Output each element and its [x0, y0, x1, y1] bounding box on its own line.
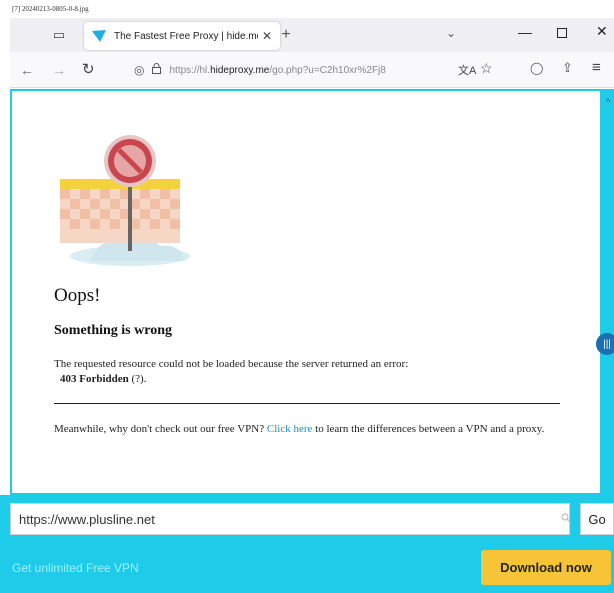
- lock-icon[interactable]: [152, 63, 162, 77]
- reload-icon[interactable]: ↻: [82, 60, 95, 78]
- maximize-icon[interactable]: [557, 28, 567, 38]
- tab-list-icon[interactable]: ▭: [50, 26, 68, 44]
- promo-link[interactable]: Get unlimited Free VPN: [12, 561, 139, 575]
- side-drawer-handle-icon[interactable]: |||: [596, 333, 614, 355]
- url-path: /go.php?u=C2h10xr%2Fj8: [269, 64, 386, 76]
- tab-title: The Fastest Free Proxy | hide.me: [114, 30, 258, 42]
- vpn-paragraph: Meanwhile, why don't check out our free …: [54, 422, 574, 437]
- chevron-down-icon[interactable]: ⌄: [446, 26, 456, 40]
- proxy-url-field[interactable]: [10, 503, 571, 535]
- error-code: 403 Forbidden: [60, 373, 129, 385]
- forward-icon[interactable]: →: [52, 62, 66, 78]
- scroll-up-icon[interactable]: ^: [606, 97, 610, 107]
- pocket-icon[interactable]: ◯: [530, 61, 543, 75]
- navigation-bar: ← → ↻ ◎ https://hl.hideproxy.me/go.php?u…: [10, 52, 614, 88]
- error-help-link[interactable]: (?).: [132, 373, 147, 385]
- translate-icon[interactable]: 文A: [458, 62, 476, 78]
- url-host: hideproxy.me: [210, 64, 270, 76]
- menu-icon[interactable]: ≡: [592, 59, 601, 76]
- vpn-text-before: Meanwhile, why don't check out our free …: [54, 423, 265, 435]
- search-icon: [561, 513, 571, 526]
- window-close-icon[interactable]: ✕: [596, 23, 608, 40]
- shield-icon[interactable]: ◎: [134, 63, 144, 77]
- proxy-frame: ^ Oops! Something is wrong The requested…: [10, 89, 614, 495]
- proxy-url-input[interactable]: [19, 511, 539, 527]
- vpn-link[interactable]: Click here: [267, 423, 313, 435]
- address-bar[interactable]: ◎ https://hl.hideproxy.me/go.php?u=C2h10…: [128, 57, 498, 83]
- hideme-favicon-icon: [92, 30, 106, 42]
- back-icon[interactable]: ←: [20, 62, 34, 78]
- extensions-icon[interactable]: ⇪: [562, 60, 573, 76]
- screenshot-root: [7] 20240213-0805-0-8.jpg ▭ The Fastest …: [0, 0, 614, 593]
- tab-active[interactable]: The Fastest Free Proxy | hide.me ✕: [84, 22, 280, 50]
- file-caption: [7] 20240213-0805-0-8.jpg: [12, 5, 89, 13]
- tab-close-icon[interactable]: ✕: [262, 29, 272, 43]
- bookmark-star-icon[interactable]: ☆: [480, 60, 493, 77]
- page-subtitle: Something is wrong: [54, 323, 172, 338]
- download-button[interactable]: Download now: [481, 550, 611, 585]
- vpn-text-after: to learn the differences between a VPN a…: [315, 423, 545, 435]
- minimize-icon[interactable]: —: [518, 24, 532, 40]
- new-tab-icon[interactable]: +: [276, 25, 296, 45]
- error-message: The requested resource could not be load…: [54, 358, 409, 370]
- proxy-bar: Go Get unlimited Free VPN Download now: [0, 495, 614, 593]
- forbidden-sign-illustration: [60, 135, 190, 266]
- go-button[interactable]: Go: [580, 503, 614, 535]
- url-text: https://hl.hideproxy.me/go.php?u=C2h10xr…: [169, 65, 431, 76]
- divider: [54, 403, 560, 404]
- page-title: Oops!: [54, 285, 101, 306]
- error-page: ^ Oops! Something is wrong The requested…: [12, 91, 610, 493]
- tab-bar: ▭ The Fastest Free Proxy | hide.me ✕ + ⌄…: [10, 18, 614, 52]
- error-code-line: 403 Forbidden (?).: [60, 373, 146, 385]
- url-prefix: https://hl.: [169, 64, 211, 76]
